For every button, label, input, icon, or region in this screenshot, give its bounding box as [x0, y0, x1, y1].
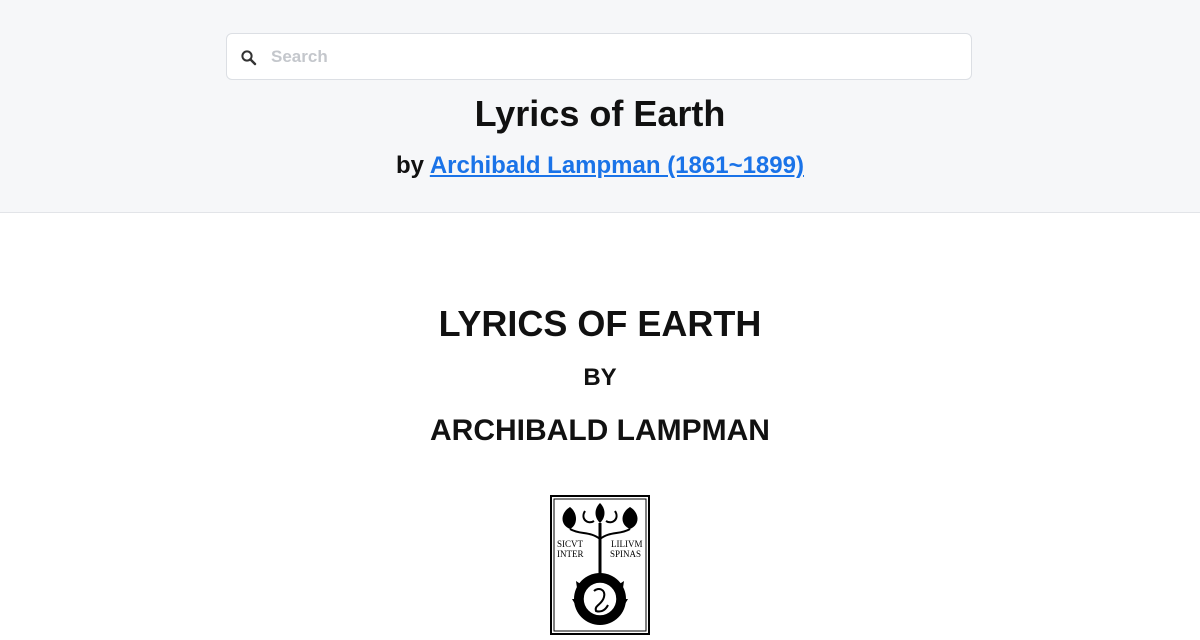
svg-text:SPINAS: SPINAS	[610, 549, 641, 559]
svg-text:SICVT: SICVT	[557, 539, 584, 549]
book-content: LYRICS OF EARTH BY ARCHIBALD LAMPMAN SIC…	[0, 213, 1200, 635]
byline-prefix: by	[396, 152, 430, 179]
cover-by: BY	[583, 364, 617, 391]
cover-title: LYRICS OF EARTH	[438, 303, 762, 344]
byline: by Archibald Lampman (1861~1899)	[0, 151, 1200, 181]
publisher-emblem-image: SICVT INTER LILIVM SPINAS	[550, 495, 650, 635]
svg-text:INTER: INTER	[557, 549, 584, 559]
page-header: Lyrics of Earth by Archibald Lampman (18…	[0, 0, 1200, 213]
search-input[interactable]	[271, 34, 961, 79]
search-icon	[240, 49, 258, 67]
search-bar[interactable]	[226, 33, 972, 80]
cover-author: ARCHIBALD LAMPMAN	[430, 414, 770, 447]
book-title: Lyrics of Earth	[474, 93, 726, 134]
svg-text:LILIVM: LILIVM	[611, 539, 643, 549]
author-link[interactable]: Archibald Lampman (1861~1899)	[430, 152, 804, 179]
